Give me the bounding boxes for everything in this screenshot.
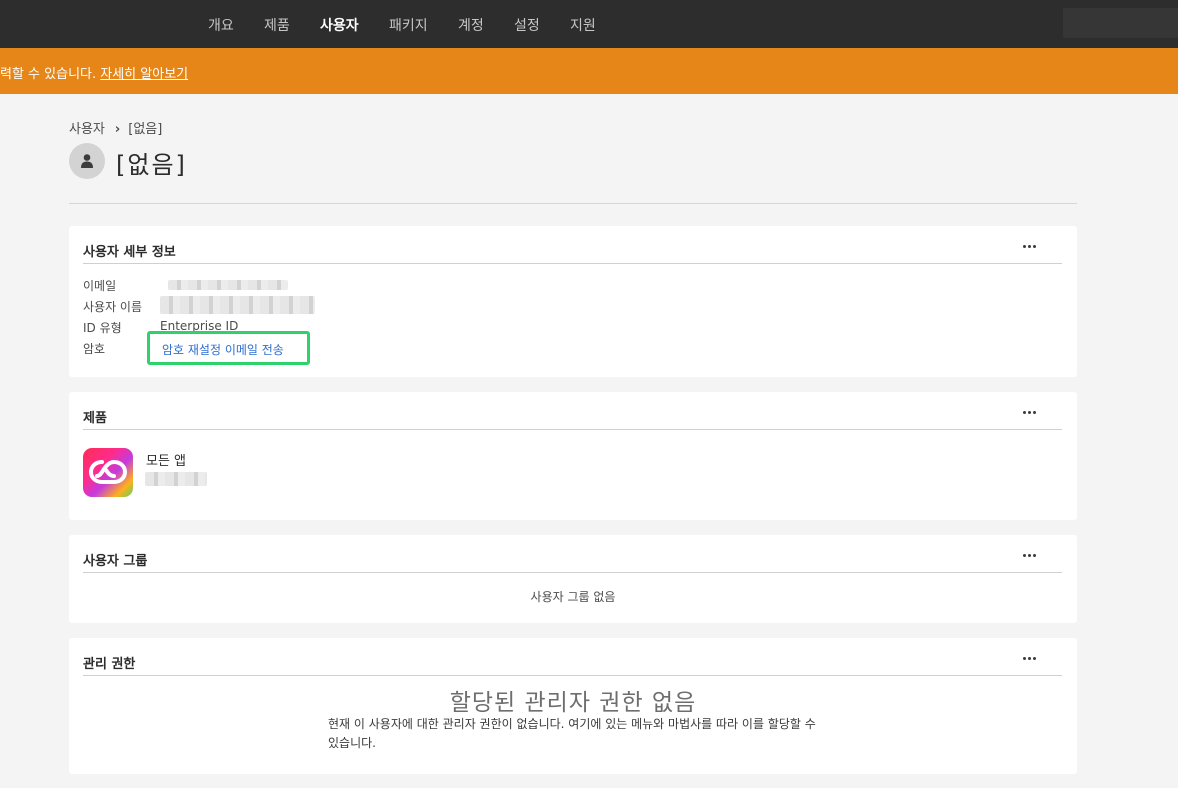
send-password-reset-link[interactable]: 암호 재설정 이메일 전송	[162, 341, 284, 358]
tab-users[interactable]: 사용자	[320, 15, 359, 35]
org-switcher[interactable]	[1063, 8, 1178, 38]
user-icon	[81, 154, 93, 168]
chevron-right-icon: ›	[114, 122, 121, 137]
avatar	[69, 143, 105, 179]
more-options-icon[interactable]	[1019, 404, 1041, 420]
breadcrumb-current: [없음]	[128, 122, 163, 137]
card-divider	[83, 572, 1062, 573]
card-title: 사용자 그룹	[83, 554, 148, 569]
more-options-icon[interactable]	[1019, 650, 1041, 666]
password-label: 암호	[83, 342, 106, 356]
password-reset-highlight: 암호 재설정 이메일 전송	[147, 331, 310, 365]
username-value-redacted	[160, 296, 315, 314]
product-name[interactable]: 모든 앱	[146, 450, 186, 469]
email-value-redacted	[168, 280, 288, 290]
products-card: 제품 모든 앱	[69, 392, 1077, 520]
card-divider	[83, 263, 1062, 264]
user-groups-card: 사용자 그룹 사용자 그룹 없음	[69, 535, 1077, 623]
more-options-icon[interactable]	[1019, 238, 1041, 254]
breadcrumb: 사용자 › [없음]	[69, 118, 162, 137]
header-divider	[69, 203, 1077, 204]
card-title: 관리 권한	[83, 657, 136, 672]
card-divider	[83, 675, 1062, 676]
top-nav: 개요 제품 사용자 패키지 계정 설정 지원	[0, 0, 1178, 48]
card-title: 사용자 세부 정보	[83, 245, 176, 260]
tab-account[interactable]: 계정	[458, 15, 484, 35]
no-admin-rights-title: 할당된 관리자 권한 없음	[449, 690, 697, 716]
card-title: 제품	[83, 411, 107, 426]
email-label: 이메일	[83, 279, 117, 293]
tab-support[interactable]: 지원	[570, 15, 596, 35]
creative-cloud-icon	[83, 448, 133, 497]
more-options-icon[interactable]	[1019, 547, 1041, 563]
id-type-label: ID 유형	[83, 321, 122, 335]
tab-overview[interactable]: 개요	[208, 15, 234, 35]
breadcrumb-users-link[interactable]: 사용자	[69, 122, 105, 137]
banner-text: 력할 수 있습니다. 자세히 알아보기	[0, 63, 188, 82]
admin-rights-card: 관리 권한 할당된 관리자 권한 없음 현재 이 사용자에 대한 관리자 권한이…	[69, 638, 1077, 774]
banner-message: 력할 수 있습니다.	[0, 67, 97, 82]
learn-more-link[interactable]: 자세히 알아보기	[100, 67, 188, 82]
user-details-card: 사용자 세부 정보 이메일 사용자 이름 ID 유형 Enterprise ID…	[69, 226, 1077, 377]
tab-settings[interactable]: 설정	[514, 15, 540, 35]
no-admin-rights-description: 현재 이 사용자에 대한 관리자 권한이 없습니다. 여기에 있는 메뉴와 마법…	[328, 717, 816, 750]
product-detail-redacted	[145, 472, 207, 486]
page-title: [없음]	[116, 151, 187, 179]
tab-products[interactable]: 제품	[264, 15, 290, 35]
card-divider	[83, 429, 1062, 430]
notice-banner: 력할 수 있습니다. 자세히 알아보기	[0, 48, 1178, 94]
username-label: 사용자 이름	[83, 300, 143, 314]
no-user-groups-text: 사용자 그룹 없음	[530, 590, 616, 604]
tab-packages[interactable]: 패키지	[389, 15, 428, 35]
